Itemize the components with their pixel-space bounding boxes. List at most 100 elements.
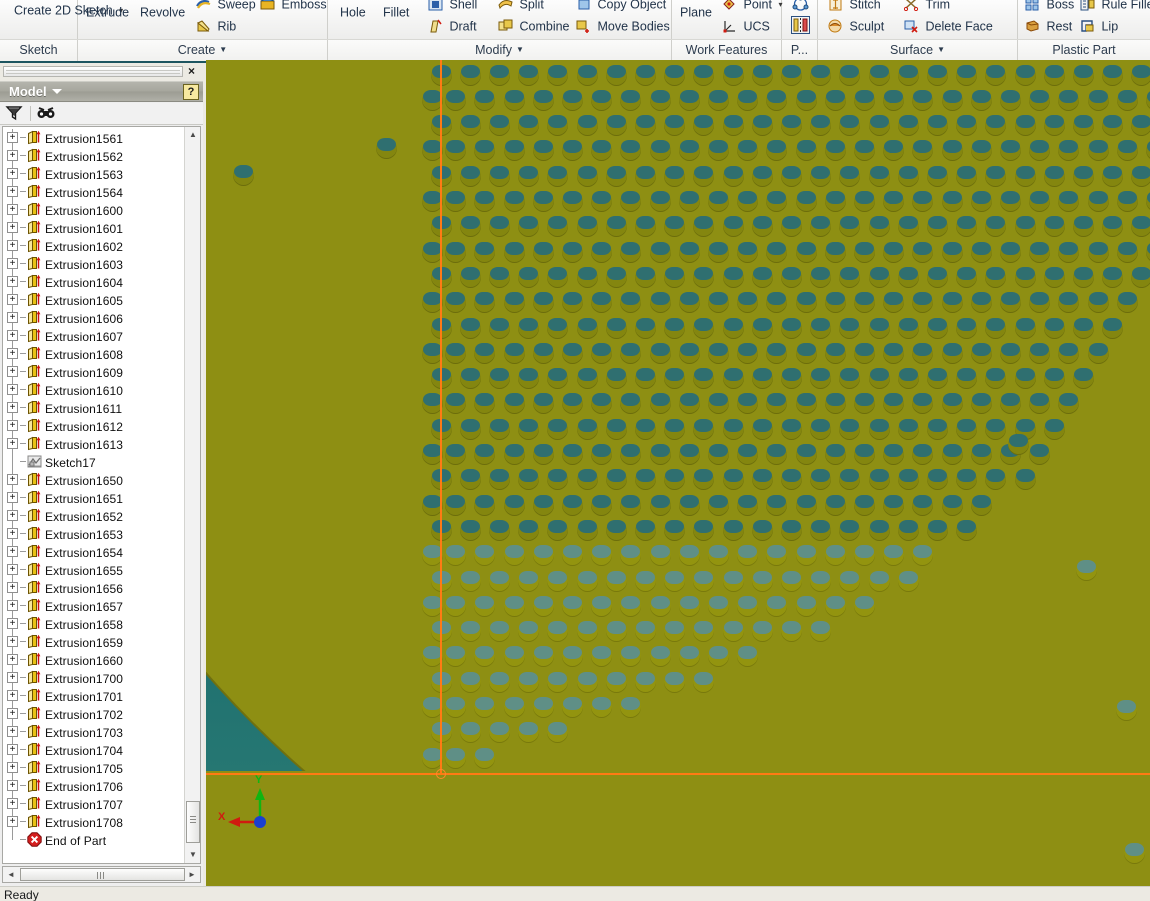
view-axis-triad[interactable]: Y X [214,774,284,838]
tree-item-extrusion1602[interactable]: + Extrusion1602 [3,237,178,255]
sweep-button[interactable]: Sweep [196,0,256,12]
tree-item-extrusion1702[interactable]: + Extrusion1702 [3,705,178,723]
expand-toggle[interactable]: + [7,636,18,648]
expand-toggle[interactable]: + [7,528,18,540]
tree-item-extrusion1701[interactable]: + Extrusion1701 [3,687,178,705]
expand-toggle[interactable]: + [7,402,18,414]
expand-toggle[interactable]: + [7,564,18,576]
lip-button[interactable]: Lip [1080,19,1118,34]
expand-toggle[interactable]: + [7,762,18,774]
find-icon[interactable] [36,105,58,123]
expand-toggle[interactable]: + [7,672,18,684]
move-bodies-button[interactable]: Move Bodies [576,19,670,34]
tree-item-extrusion1613[interactable]: + Extrusion1613 [3,435,178,453]
scroll-right-button[interactable]: ► [184,867,200,882]
filter-icon[interactable] [5,105,27,123]
tree-item-extrusion1657[interactable]: + Extrusion1657 [3,597,178,615]
expand-toggle[interactable]: + [7,294,18,306]
model-tree[interactable]: + Extrusion1561 + Extrusion1562 + Extrusion15… [2,126,201,864]
expand-toggle[interactable]: + [7,582,18,594]
tree-item-extrusion1703[interactable]: + Extrusion1703 [3,723,178,741]
expand-toggle[interactable]: + [7,150,18,162]
panel-caption-modify[interactable]: Modify ▼ [328,40,672,61]
panel-caption-plastic-part[interactable]: Plastic Part [1018,40,1150,61]
mirror-button[interactable] [791,16,813,35]
help-icon[interactable]: ? [183,84,199,100]
expand-toggle[interactable]: + [7,366,18,378]
expand-toggle[interactable]: + [7,654,18,666]
panel-caption-create[interactable]: Create ▼ [78,40,328,61]
tree-item-extrusion1604[interactable]: + Extrusion1604 [3,273,178,291]
tree-item-extrusion1708[interactable]: + Extrusion1708 [3,813,178,831]
tree-item-extrusion1564[interactable]: + Extrusion1564 [3,183,178,201]
expand-toggle[interactable]: + [7,438,18,450]
tree-item-extrusion1603[interactable]: + Extrusion1603 [3,255,178,273]
tree-item-extrusion1608[interactable]: + Extrusion1608 [3,345,178,363]
expand-toggle[interactable]: + [7,726,18,738]
expand-toggle[interactable]: + [7,384,18,396]
expand-toggle[interactable]: + [7,168,18,180]
rule-fillet-button[interactable]: Rule Fillet [1080,0,1150,12]
tree-item-extrusion1600[interactable]: + Extrusion1600 [3,201,178,219]
shell-button[interactable]: Shell [428,0,477,12]
combine-button[interactable]: Combine [498,19,570,34]
expand-toggle[interactable]: + [7,204,18,216]
graphics-viewport[interactable]: Y X [206,60,1150,886]
expand-toggle[interactable]: + [7,276,18,288]
create-2d-sketch-button[interactable]: Create 2D Sketch ▾ [14,2,123,19]
expand-toggle[interactable]: + [7,690,18,702]
scroll-down-button[interactable]: ▼ [185,847,200,863]
tree-item-extrusion1605[interactable]: + Extrusion1605 [3,291,178,309]
tree-item-extrusion1654[interactable]: + Extrusion1654 [3,543,178,561]
tree-item-extrusion1611[interactable]: + Extrusion1611 [3,399,178,417]
expand-toggle[interactable]: + [7,420,18,432]
expand-toggle[interactable]: + [7,492,18,504]
tree-item-extrusion1659[interactable]: + Extrusion1659 [3,633,178,651]
copy-object-button[interactable]: Copy Object [576,0,666,12]
ucs-button[interactable]: UCS [722,19,770,34]
expand-toggle[interactable]: + [7,510,18,522]
tree-item-extrusion1606[interactable]: + Extrusion1606 [3,309,178,327]
tree-item-extrusion1610[interactable]: + Extrusion1610 [3,381,178,399]
delete-face-button[interactable]: Delete Face [904,19,993,34]
extrude-button[interactable]: Extrude [86,5,129,20]
expand-toggle[interactable]: + [7,222,18,234]
scroll-left-button[interactable]: ◄ [3,867,19,882]
expand-toggle[interactable]: + [7,348,18,360]
rest-button[interactable]: Rest [1025,19,1072,34]
expand-toggle[interactable]: + [7,708,18,720]
tree-item-extrusion1707[interactable]: + Extrusion1707 [3,795,178,813]
draft-button[interactable]: Draft [428,19,477,34]
tree-item-extrusion1700[interactable]: + Extrusion1700 [3,669,178,687]
tree-item-extrusion1655[interactable]: + Extrusion1655 [3,561,178,579]
expand-toggle[interactable]: + [7,816,18,828]
tree-item-extrusion1652[interactable]: + Extrusion1652 [3,507,178,525]
expand-toggle[interactable]: + [7,258,18,270]
expand-toggle[interactable]: + [7,600,18,612]
chevron-down-icon[interactable] [52,89,62,94]
hole-button[interactable]: Hole [340,5,366,20]
expand-toggle[interactable]: + [7,798,18,810]
expand-toggle[interactable]: + [7,546,18,558]
tree-item-extrusion1562[interactable]: + Extrusion1562 [3,147,178,165]
sculpt-button[interactable]: Sculpt [828,19,884,34]
tree-item-extrusion1656[interactable]: + Extrusion1656 [3,579,178,597]
trim-button[interactable]: Trim [903,0,950,12]
stitch-button[interactable]: Stitch [828,0,881,12]
panel-caption-sketch[interactable]: Sketch [0,40,78,61]
close-icon[interactable]: × [185,65,198,78]
tree-item-end-of-part[interactable]: End of Part [3,831,178,849]
expand-toggle[interactable]: + [7,186,18,198]
expand-toggle[interactable]: + [7,744,18,756]
point-button[interactable]: Point ▾ [722,0,782,12]
scroll-up-button[interactable]: ▲ [185,127,200,143]
tree-item-extrusion1561[interactable]: + Extrusion1561 [3,129,178,147]
tree-item-extrusion1607[interactable]: + Extrusion1607 [3,327,178,345]
fillet-button[interactable]: Fillet [383,5,409,20]
circular-pattern-button[interactable] [791,0,813,14]
tree-item-sketch17[interactable]: Sketch17 [3,453,178,471]
expand-toggle[interactable]: + [7,330,18,342]
split-button[interactable]: Split [498,0,544,12]
tree-item-extrusion1658[interactable]: + Extrusion1658 [3,615,178,633]
tree-vertical-scrollbar[interactable]: ▲ ▼ [184,127,200,863]
